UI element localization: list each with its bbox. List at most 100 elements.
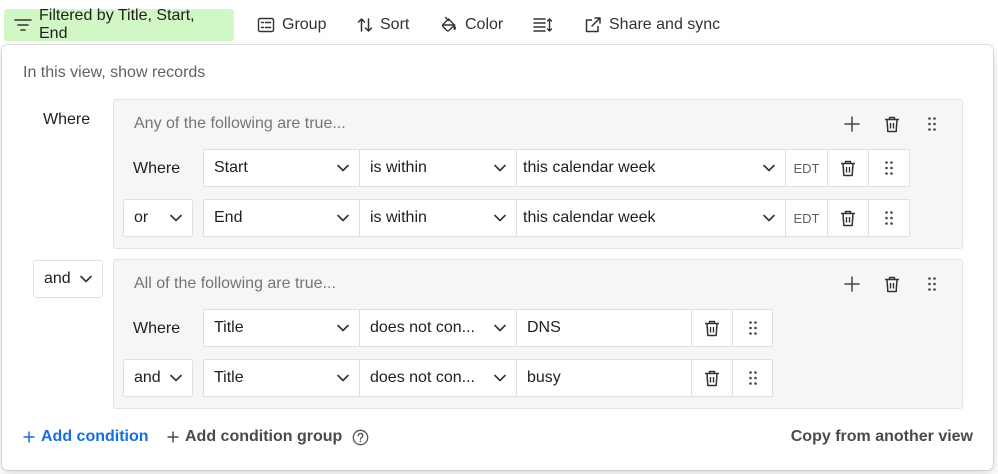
drag-handle-condition[interactable]	[868, 149, 910, 187]
conjunction-value: and	[134, 369, 161, 386]
operator-value: is within	[370, 209, 427, 226]
root-where-label: Where	[43, 111, 91, 128]
timezone-text: EDT	[793, 210, 820, 226]
value-select[interactable]: this calendar week	[516, 149, 786, 187]
group-title: Any of the following are true...	[134, 115, 346, 132]
add-condition-group-button[interactable]: Add condition group	[167, 428, 369, 446]
chevron-down-icon	[337, 164, 349, 172]
value-select[interactable]: this calendar week	[516, 199, 786, 237]
filter-button-label: Filtered by Title, Start, End	[39, 7, 195, 42]
filter-button[interactable]: Filtered by Title, Start, End	[4, 7, 234, 42]
operator-select[interactable]: is within	[359, 199, 517, 237]
plus-icon	[23, 431, 35, 443]
row-height-button[interactable]	[524, 9, 562, 41]
group-conjunction-value: and	[44, 270, 71, 287]
drag-handle-condition[interactable]	[868, 199, 910, 237]
chevron-down-icon	[494, 214, 506, 222]
plus-icon	[167, 431, 179, 443]
trash-icon	[841, 160, 855, 176]
chevron-down-icon	[494, 164, 506, 172]
filter-intro-text: In this view, show records	[23, 64, 206, 81]
add-condition-group-label: Add condition group	[185, 428, 343, 445]
timezone-badge: EDT	[785, 149, 828, 187]
value-input[interactable]: busy	[516, 359, 692, 397]
group-title: All of the following are true...	[134, 275, 336, 292]
row-height-icon	[533, 18, 553, 32]
add-to-group-button[interactable]	[840, 112, 864, 136]
add-condition-button[interactable]: Add condition	[23, 428, 149, 446]
delete-condition-button[interactable]	[827, 199, 869, 237]
conjunction-value: or	[134, 209, 149, 226]
trash-icon	[885, 276, 899, 292]
field-value: Title	[214, 319, 244, 336]
value-input[interactable]: DNS	[516, 309, 692, 347]
filter-icon	[14, 19, 32, 31]
delete-group-button[interactable]	[880, 112, 904, 136]
trash-icon	[841, 210, 855, 226]
chevron-down-icon	[763, 214, 775, 222]
sort-icon	[357, 18, 373, 32]
sort-button[interactable]: Sort	[348, 9, 418, 41]
field-select[interactable]: Title	[203, 309, 360, 347]
value-text: this calendar week	[523, 209, 656, 226]
external-link-icon	[585, 17, 601, 33]
sort-button-label: Sort	[380, 16, 410, 33]
group-icon	[257, 17, 275, 33]
drag-handle-condition[interactable]	[732, 309, 773, 347]
copy-from-another-view-button[interactable]: Copy from another view	[791, 428, 973, 446]
chevron-down-icon	[337, 374, 349, 382]
chevron-down-icon	[337, 324, 349, 332]
chevron-down-icon	[170, 374, 182, 382]
condition-where-label: Where	[133, 160, 181, 177]
condition-group-all: All of the following are true... Where T…	[113, 259, 963, 409]
chevron-down-icon	[80, 275, 92, 283]
operator-select[interactable]: does not con...	[359, 309, 517, 347]
drag-handle-group[interactable]	[920, 272, 944, 296]
field-value: Title	[214, 369, 244, 386]
field-value: End	[214, 209, 243, 226]
operator-select[interactable]: is within	[359, 149, 517, 187]
delete-condition-button[interactable]	[691, 359, 733, 397]
chevron-down-icon	[337, 214, 349, 222]
drag-handle-icon	[885, 211, 893, 225]
drag-handle-icon	[748, 371, 757, 385]
share-button-label: Share and sync	[609, 16, 721, 33]
color-button[interactable]: Color	[431, 9, 512, 41]
timezone-badge: EDT	[785, 199, 828, 237]
chevron-down-icon	[763, 164, 775, 172]
group-conjunction-select[interactable]: and	[33, 260, 103, 298]
group-button[interactable]: Group	[248, 9, 335, 41]
timezone-text: EDT	[793, 160, 820, 176]
condition-row: Where Title does not con... DNS	[114, 309, 964, 349]
operator-value: is within	[370, 159, 427, 176]
field-select[interactable]: Start	[203, 149, 360, 187]
condition-conjunction-select[interactable]: and	[123, 359, 193, 397]
value-text: busy	[527, 369, 561, 386]
value-text: this calendar week	[523, 159, 656, 176]
field-select[interactable]: End	[203, 199, 360, 237]
condition-group-any: Any of the following are true... Where S…	[113, 99, 963, 249]
delete-condition-button[interactable]	[691, 309, 733, 347]
share-and-sync-button[interactable]: Share and sync	[575, 9, 729, 41]
drag-handle-icon	[928, 117, 936, 131]
delete-condition-button[interactable]	[827, 149, 869, 187]
help-icon[interactable]	[352, 429, 369, 446]
chevron-down-icon	[494, 374, 506, 382]
field-select[interactable]: Title	[203, 359, 360, 397]
drag-handle-group[interactable]	[920, 112, 944, 136]
filter-popover: In this view, show records Where and Any…	[2, 45, 993, 470]
drag-handle-condition[interactable]	[732, 359, 773, 397]
condition-conjunction-select[interactable]: or	[123, 199, 193, 237]
drag-handle-icon	[748, 321, 757, 335]
drag-handle-icon	[885, 161, 893, 175]
add-to-group-button[interactable]	[840, 272, 864, 296]
chevron-down-icon	[494, 324, 506, 332]
add-condition-label: Add condition	[41, 428, 149, 445]
condition-row: Where Start is within this calendar week…	[114, 149, 964, 189]
condition-row: and Title does not con... busy	[114, 359, 964, 399]
operator-select[interactable]: does not con...	[359, 359, 517, 397]
delete-group-button[interactable]	[880, 272, 904, 296]
stage: Filtered by Title, Start, End Group Sort…	[0, 0, 998, 474]
condition-where-label: Where	[133, 320, 181, 337]
operator-value: does not con...	[370, 369, 475, 386]
